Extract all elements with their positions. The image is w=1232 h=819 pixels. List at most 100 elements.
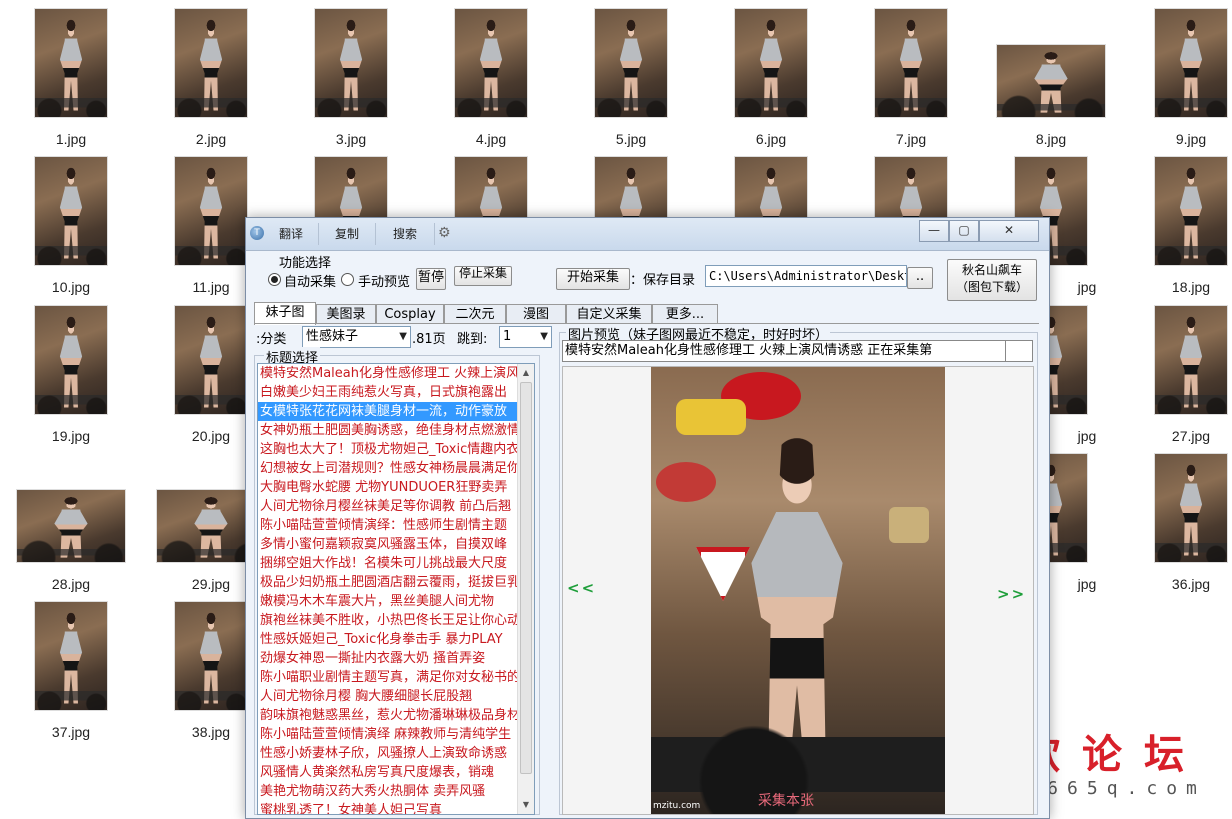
collect-this-button[interactable]: 采集本张 <box>758 790 814 810</box>
list-item[interactable]: 劲爆女神恩一撕扯内衣露大奶 搔首弄姿 <box>258 649 534 668</box>
search-button[interactable]: 搜索 <box>376 223 435 245</box>
file-name: 27.jpg <box>1171 428 1211 444</box>
tab-meizitu[interactable]: 妹子图 <box>254 302 316 325</box>
tab-more[interactable]: 更多... <box>652 304 718 324</box>
file-2[interactable]: 2.jpg <box>156 9 266 147</box>
list-item[interactable]: 多情小蜜何嘉颖寂寞风骚露玉体，自摸双峰 <box>258 535 534 554</box>
file-28[interactable]: 28.jpg <box>16 454 126 592</box>
list-item[interactable]: 陈小喵陆萱萱倾情演绎 麻辣教师与清纯学生 <box>258 725 534 744</box>
gear-icon[interactable]: ⚙ <box>438 226 452 240</box>
chevron-down-icon: ▼ <box>540 331 548 342</box>
next-image-button[interactable]: >> <box>997 585 1026 603</box>
file-5[interactable]: 5.jpg <box>576 9 686 147</box>
thumbnail <box>1155 157 1227 265</box>
category-label: 分类: <box>256 332 287 347</box>
file-7[interactable]: 7.jpg <box>856 9 966 147</box>
copy-button[interactable]: 复制 <box>319 223 376 245</box>
manual-preview-label[interactable]: 手动预览 <box>358 271 416 290</box>
category-value: 性感妹子 <box>306 329 359 344</box>
list-item[interactable]: 陈小喵陆萱萱倾情演绎：性感师生剧情主题 <box>258 516 534 535</box>
save-dir-input[interactable]: C:\Users\Administrator\Desktop <box>705 265 907 287</box>
browse-button[interactable]: .. <box>907 267 933 289</box>
scroll-thumb[interactable] <box>520 382 532 774</box>
thumbnail <box>1155 9 1227 117</box>
minimize-button[interactable]: — <box>919 220 949 242</box>
title-items: 模特安然Maleah化身性感修理工 火辣上演风情诱惑 白嫩美少妇王雨纯惹火写真，日… <box>258 364 534 814</box>
tab-mantu[interactable]: 漫图 <box>506 304 566 324</box>
list-item[interactable]: 陈小喵职业剧情主题写真，满足你对女秘书的幻想 <box>258 668 534 687</box>
file-10[interactable]: 10.jpg <box>16 157 126 295</box>
jump-page-select[interactable]: 1 ▼ <box>499 326 552 348</box>
list-item[interactable]: 捆绑空姐大作战！名模朱可儿挑战最大尺度 <box>258 554 534 573</box>
thumbnail <box>175 9 247 117</box>
promo-line-1: 秋名山飙车 <box>961 263 1022 277</box>
file-6[interactable]: 6.jpg <box>716 9 826 147</box>
manual-preview-radio[interactable] <box>341 273 354 286</box>
file-name: 19.jpg <box>51 428 91 444</box>
file-27[interactable]: 27.jpg <box>1136 306 1232 444</box>
list-item[interactable]: 模特安然Maleah化身性感修理工 火辣上演风情诱惑 <box>258 364 534 383</box>
title-list[interactable]: 模特安然Maleah化身性感修理工 火辣上演风情诱惑 白嫩美少妇王雨纯惹火写真，日… <box>257 363 535 815</box>
thumbnail <box>1155 306 1227 414</box>
file-19[interactable]: 19.jpg <box>16 306 126 444</box>
list-item[interactable]: 人间尤物徐月樱丝袜美足等你调教 前凸后翘 <box>258 497 534 516</box>
thumbnail <box>35 602 107 710</box>
tab-meitulu[interactable]: 美图录 <box>316 304 376 324</box>
file-name: 18.jpg <box>1171 279 1211 295</box>
file-3[interactable]: 3.jpg <box>296 9 406 147</box>
file-8[interactable]: 8.jpg <box>996 9 1106 147</box>
start-collect-button[interactable]: 开始采集 <box>556 268 630 290</box>
file-name: 1.jpg <box>55 131 87 147</box>
list-item[interactable]: 极品少妇奶瓶土肥圆酒店翻云覆雨，挺拔巨乳 <box>258 573 534 592</box>
file-36[interactable]: 36.jpg <box>1136 454 1232 592</box>
pause-button[interactable]: 暂停 <box>416 268 446 290</box>
tab-2d[interactable]: 二次元 <box>444 304 506 324</box>
file-name: 2.jpg <box>195 131 227 147</box>
decor-sign <box>656 462 716 502</box>
decor-sign <box>696 547 750 601</box>
file-4[interactable]: 4.jpg <box>436 9 546 147</box>
file-37[interactable]: 37.jpg <box>16 602 126 740</box>
close-button[interactable]: ✕ <box>979 220 1039 242</box>
tab-cosplay[interactable]: Cosplay <box>376 304 444 324</box>
thumbnail <box>455 9 527 117</box>
list-item[interactable]: 大胸电臀水蛇腰 尤物YUNDUOER狂野卖弄 <box>258 478 534 497</box>
list-item[interactable]: 这胸也太大了！顶极尤物妲己_Toxic情趣内衣 <box>258 440 534 459</box>
list-item[interactable]: 幻想被女上司潜规则？性感女神杨晨晨满足你 <box>258 459 534 478</box>
thumbnail <box>17 490 125 562</box>
maximize-button[interactable]: ▢ <box>949 220 979 242</box>
list-item[interactable]: 旗袍丝袜美不胜收，小热巴佟长王足让你心动 <box>258 611 534 630</box>
list-item[interactable]: 嫩模冯木木车震大片，黑丝美腿人间尤物 <box>258 592 534 611</box>
tab-custom[interactable]: 自定义采集 <box>566 304 652 324</box>
thumbnail <box>175 602 247 710</box>
list-item[interactable]: 人间尤物徐月樱 胸大腰细腿长屁股翘 <box>258 687 534 706</box>
prev-image-button[interactable]: << <box>567 579 596 597</box>
file-name: 5.jpg <box>615 131 647 147</box>
file-name: 28.jpg <box>51 576 91 592</box>
category-select[interactable]: 性感妹子 ▼ <box>302 326 411 348</box>
list-item[interactable]: 女神奶瓶土肥圆美胸诱惑，绝佳身材点燃激情 <box>258 421 534 440</box>
list-item[interactable]: 韵味旗袍魅惑黑丝，惹火尤物潘琳琳极品身材 <box>258 706 534 725</box>
thumbnail <box>997 45 1105 117</box>
pages-count: .81页 <box>412 332 446 347</box>
thumbnail <box>315 9 387 117</box>
auto-collect-radio[interactable] <box>268 273 281 286</box>
list-item[interactable]: 性感小娇妻林子欣，风骚撩人上演致命诱惑 <box>258 744 534 763</box>
list-item[interactable]: 美艳尤物萌汉药大秀火热胴体 卖弄风骚 <box>258 782 534 801</box>
scroll-down-icon[interactable]: ▼ <box>520 799 532 811</box>
file-9[interactable]: 9.jpg <box>1136 9 1232 147</box>
file-18[interactable]: 18.jpg <box>1136 157 1232 295</box>
promo-download-button[interactable]: 秋名山飙车 （图包下载） <box>947 259 1037 301</box>
list-scrollbar[interactable]: ▲ ▼ <box>517 364 534 814</box>
list-item[interactable]: 性感妖姬妲己_Toxic化身拳击手 暴力PLAY <box>258 630 534 649</box>
file-1[interactable]: 1.jpg <box>16 9 126 147</box>
scroll-up-icon[interactable]: ▲ <box>520 367 532 379</box>
collect-status: 模特安然Maleah化身性感修理工 火辣上演风情诱惑 正在采集第 <box>562 340 1007 362</box>
list-item[interactable]: 白嫩美少妇王雨纯惹火写真，日式旗袍露出 <box>258 383 534 402</box>
auto-collect-label[interactable]: 自动采集 <box>284 271 340 290</box>
translate-button[interactable]: 翻译 <box>264 223 319 245</box>
list-item[interactable]: 风骚情人黄楽然私房写真尺度爆表，销魂 <box>258 763 534 782</box>
thumbnail <box>35 306 107 414</box>
list-item[interactable]: 女模特张花花网袜美腿身材一流，动作豪放 <box>258 402 534 421</box>
stop-collect-button[interactable]: 停止采集 <box>454 266 512 286</box>
